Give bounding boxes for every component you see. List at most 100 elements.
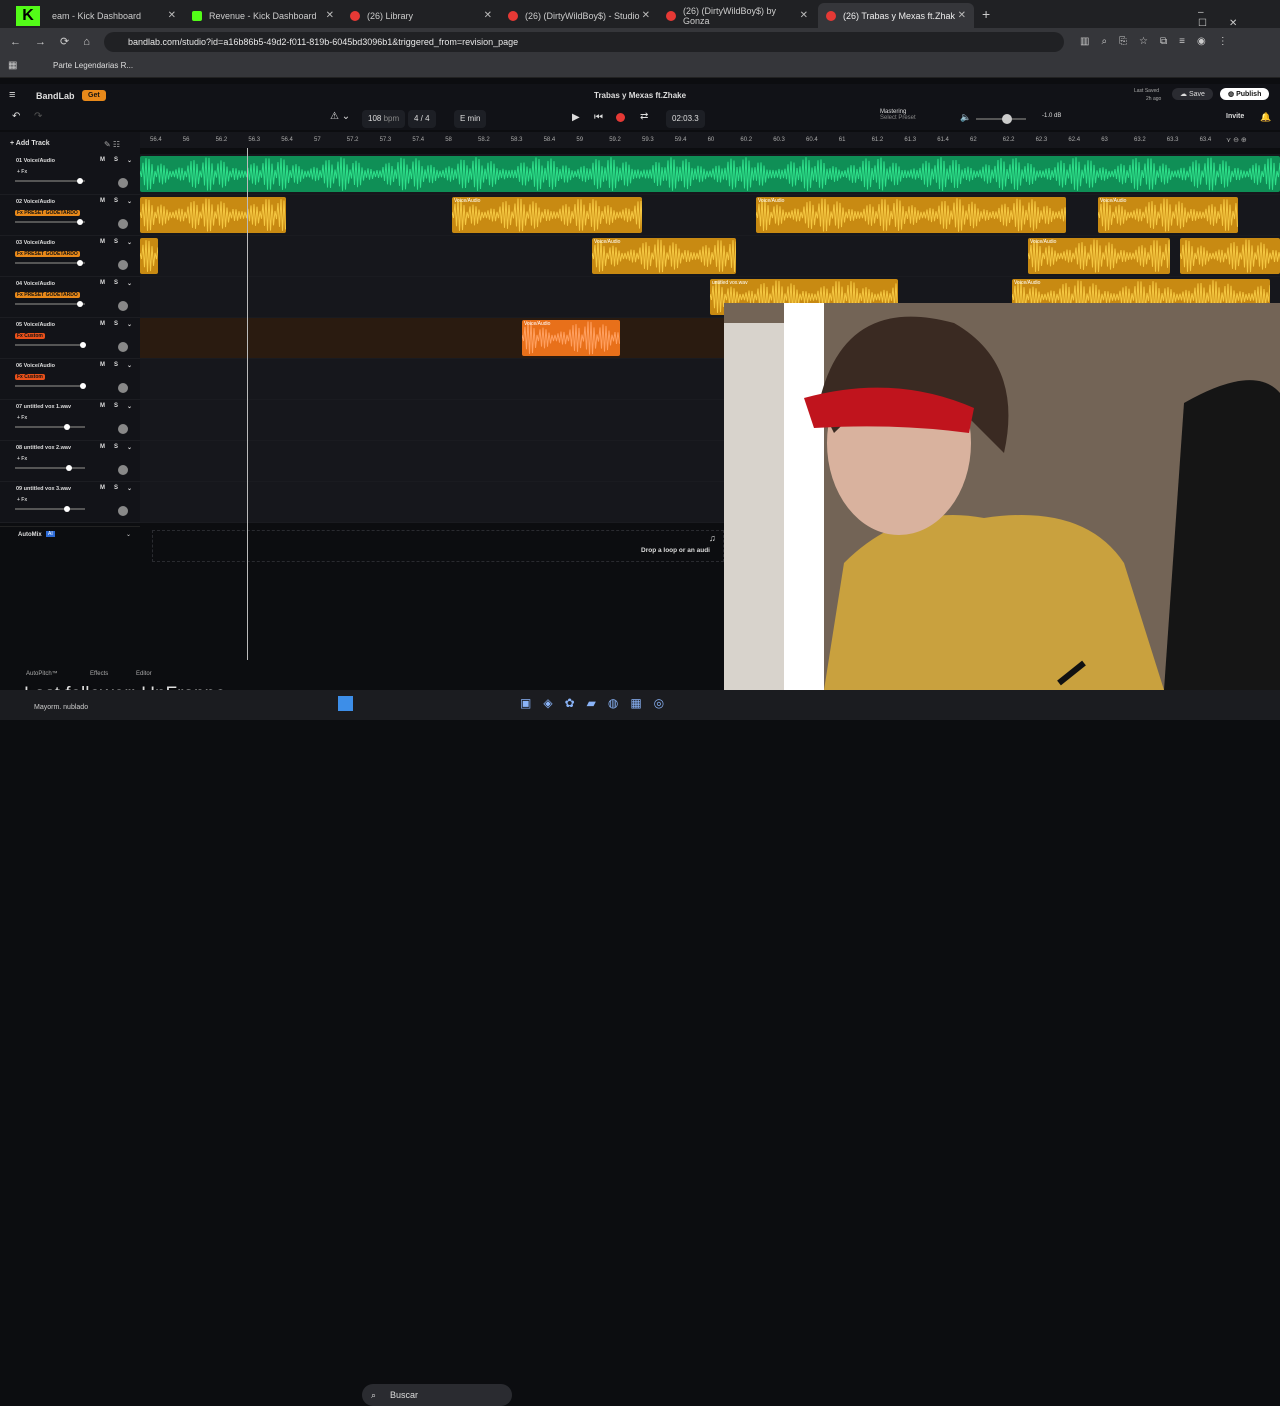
volume-slider[interactable]	[15, 465, 85, 471]
volume-knob[interactable]	[63, 506, 70, 512]
track-header[interactable]: 09 untitled vox 3.wav M S ⌄ + Fx	[0, 482, 140, 523]
track-name[interactable]: 02 Voice/Audio	[16, 199, 55, 205]
tool-icons[interactable]: ✎ ☷	[104, 140, 120, 149]
chevron-down-icon[interactable]: ⌄	[127, 157, 132, 164]
autopitch-tab[interactable]: AutoPitch™	[26, 671, 58, 677]
invite-button[interactable]: Invite	[1226, 113, 1244, 120]
solo-button[interactable]: S	[114, 280, 118, 286]
notification-icon[interactable]: 🔔	[1260, 112, 1271, 123]
audio-clip[interactable]	[140, 156, 1280, 192]
audio-clip[interactable]	[140, 238, 158, 274]
chevron-down-icon[interactable]: ⌄	[127, 485, 132, 492]
fx-badge[interactable]: Fx PRESET GODETARDO	[15, 292, 80, 298]
track-header[interactable]: 04 Voice/Audio M S ⌄ Fx PRESET GODETARDO	[0, 277, 140, 318]
fx-badge[interactable]: + Fx	[15, 497, 29, 503]
volume-slider[interactable]	[15, 506, 85, 512]
track-name[interactable]: 07 untitled vox 1.wav	[16, 404, 71, 410]
solo-button[interactable]: S	[114, 239, 118, 245]
solo-button[interactable]: S	[114, 485, 118, 491]
editor-tab[interactable]: Editor	[136, 671, 152, 677]
close-icon[interactable]: ✕	[958, 10, 966, 21]
menu-icon[interactable]: ≡	[9, 89, 15, 101]
url-input[interactable]: bandlab.com/studio?id=a16b86b5-49d2-f011…	[104, 32, 1064, 52]
volume-slider[interactable]	[15, 383, 86, 389]
pan-knob[interactable]	[118, 465, 128, 475]
volume-knob[interactable]	[76, 178, 83, 184]
solo-button[interactable]: S	[114, 403, 118, 409]
volume-slider[interactable]	[15, 342, 86, 348]
volume-slider[interactable]	[15, 424, 85, 430]
redo-icon[interactable]: ↷	[34, 111, 42, 122]
audio-clip[interactable]: Voice/Audio	[756, 197, 1066, 233]
pan-knob[interactable]	[118, 342, 128, 352]
fx-badge[interactable]: Fx Custom	[15, 333, 45, 339]
audio-clip[interactable]: Voice/Audio	[522, 320, 620, 356]
fx-badge[interactable]: Fx PRESET GODETARDO	[15, 251, 80, 257]
mute-button[interactable]: M	[100, 239, 105, 245]
browser-extension-icons[interactable]: ▥⌕⎘☆⧉≡◉⋮	[1080, 36, 1240, 47]
fx-badge[interactable]: + Fx	[15, 415, 29, 421]
new-tab-icon[interactable]: +	[982, 6, 990, 22]
mute-button[interactable]: M	[100, 280, 105, 286]
apps-grid-icon[interactable]: ▦	[8, 60, 17, 71]
solo-button[interactable]: S	[114, 321, 118, 327]
track-name[interactable]: 09 untitled vox 3.wav	[16, 486, 71, 492]
publish-button[interactable]: ◍ Publish	[1220, 88, 1270, 100]
loop-icon[interactable]: ⇄	[640, 111, 648, 122]
volume-slider[interactable]	[15, 260, 85, 266]
volume-knob[interactable]	[76, 301, 83, 307]
pan-knob[interactable]	[118, 506, 128, 516]
chevron-down-icon[interactable]: ⌄	[126, 531, 131, 538]
volume-knob[interactable]	[76, 260, 83, 266]
time-signature[interactable]: 4 / 4	[408, 110, 436, 128]
bookmark-item[interactable]: Parte Legendarias R...	[53, 61, 133, 70]
taskbar-search[interactable]: ⌕ Buscar	[362, 1384, 512, 1406]
volume-knob[interactable]	[80, 342, 86, 348]
volume-slider[interactable]	[15, 219, 85, 225]
save-button[interactable]: ☁ Save	[1172, 88, 1213, 100]
fx-badge[interactable]: + Fx	[15, 456, 29, 462]
effects-tab[interactable]: Effects	[90, 671, 108, 677]
close-icon[interactable]: ✕	[642, 10, 650, 21]
pan-knob[interactable]	[118, 260, 128, 270]
track-name[interactable]: 01 Voice/Audio	[16, 158, 55, 164]
chevron-down-icon[interactable]: ⌄	[127, 444, 132, 451]
timeline-ruler[interactable]: 56.4 56 56.2 56.3 56.4 57 57.2 57.3 57.4 58 58.2 58…	[140, 132, 1280, 148]
windows-start-icon[interactable]	[338, 696, 353, 711]
mute-button[interactable]: M	[100, 485, 105, 491]
rewind-icon[interactable]: ⏮	[594, 112, 603, 123]
play-icon[interactable]: ▶	[572, 112, 580, 123]
undo-icon[interactable]: ↶	[12, 111, 20, 122]
volume-knob[interactable]	[76, 219, 83, 225]
track-lane[interactable]	[140, 154, 1280, 195]
fx-badge[interactable]: + Fx	[15, 169, 29, 175]
volume-knob[interactable]	[65, 465, 72, 471]
track-header[interactable]: 01 Voice/Audio M S ⌄ + Fx	[0, 154, 140, 195]
master-volume-knob[interactable]	[1002, 114, 1012, 124]
volume-slider[interactable]	[15, 301, 85, 307]
pan-knob[interactable]	[118, 178, 128, 188]
audio-clip[interactable]: Voice/Audio	[1098, 197, 1238, 233]
solo-button[interactable]: S	[114, 198, 118, 204]
volume-slider[interactable]	[15, 178, 85, 184]
track-lane[interactable]: Voice/Audio Voice/Audio Voice/Audio	[140, 195, 1280, 236]
mute-button[interactable]: M	[100, 321, 105, 327]
chevron-down-icon[interactable]: ⌄	[127, 403, 132, 410]
mute-button[interactable]: M	[100, 403, 105, 409]
mute-button[interactable]: M	[100, 362, 105, 368]
mute-button[interactable]: M	[100, 157, 105, 163]
close-icon[interactable]: ✕	[168, 10, 176, 21]
tab-trabas[interactable]: (26) Trabas y Mexas ft.Zhak ✕	[818, 3, 974, 28]
bpm-field[interactable]: 108 bpm	[362, 110, 406, 128]
solo-button[interactable]: S	[114, 157, 118, 163]
audio-clip[interactable]: Voice/Audio	[592, 238, 736, 274]
pan-knob[interactable]	[118, 219, 128, 229]
solo-button[interactable]: S	[114, 362, 118, 368]
pan-knob[interactable]	[118, 383, 128, 393]
track-lane[interactable]: Voice/Audio Voice/Audio	[140, 236, 1280, 277]
tab-gonza[interactable]: (26) (DirtyWildBoy$) by Gonza ✕	[658, 3, 816, 28]
track-header[interactable]: 07 untitled vox 1.wav M S ⌄ + Fx	[0, 400, 140, 441]
audio-clip[interactable]	[1180, 238, 1280, 274]
tab-library[interactable]: (26) Library ✕	[342, 3, 500, 28]
fx-badge[interactable]: Fx Custom	[15, 374, 45, 380]
